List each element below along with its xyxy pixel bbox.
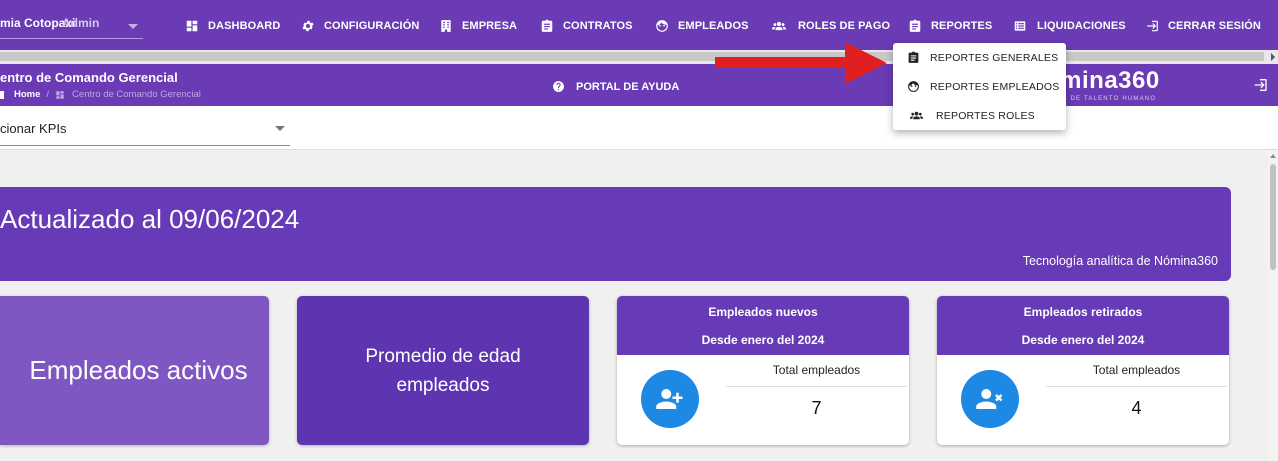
nav-liquidaciones[interactable]: LIQUIDACIONES xyxy=(1012,16,1126,36)
add-person-icon xyxy=(641,370,699,428)
clipboard-icon xyxy=(908,51,919,63)
total-label: Total empleados xyxy=(772,363,861,377)
nav-dashboard-label: DASHBOARD xyxy=(208,20,281,32)
menu-item-label: REPORTES ROLES xyxy=(936,109,1035,122)
card-title: Empleados nuevos xyxy=(708,305,818,319)
card-average-age-line2: empleados xyxy=(396,374,490,396)
scroll-right-arrow-icon[interactable] xyxy=(1271,53,1275,61)
kpi-select-value: cionar KPIs xyxy=(0,121,67,136)
breadcrumb-current-label: Centro de Comando Gerencial xyxy=(72,89,201,100)
face-icon xyxy=(908,81,919,92)
breadcrumb: Home / Centro de Comando Gerencial xyxy=(0,89,201,100)
scroll-up-arrow-icon[interactable] xyxy=(1270,154,1276,158)
dashboard-icon xyxy=(56,90,64,99)
total-value: 7 xyxy=(811,398,822,418)
brand-logo: ómina360 WARE DE TALENTO HUMANO xyxy=(1045,67,1195,105)
kpi-toolbar: cionar KPIs xyxy=(0,106,1278,150)
card-retired-employees[interactable]: Empleados retirados Desde enero del 2024… xyxy=(937,296,1229,445)
card-subtitle: Desde enero del 2024 xyxy=(1021,333,1145,347)
nav-contratos-label: CONTRATOS xyxy=(563,20,633,32)
divider xyxy=(1046,386,1227,387)
annotation-arrow-icon xyxy=(715,42,887,84)
breadcrumb-home[interactable]: Home xyxy=(14,89,40,100)
page-title: entro de Comando Gerencial xyxy=(0,70,178,85)
page-header: entro de Comando Gerencial Home / Centro… xyxy=(0,64,1278,106)
menu-item-reportes-empleados[interactable]: REPORTES EMPLEADOS xyxy=(893,72,1066,101)
nav-configuracion[interactable]: CONFIGURACIÓN xyxy=(301,16,419,36)
face-icon xyxy=(656,20,668,32)
breadcrumb-current: Centro de Comando Gerencial xyxy=(55,89,201,100)
vertical-scrollbar[interactable] xyxy=(1268,150,1278,461)
scrollbar-thumb[interactable] xyxy=(1270,164,1276,270)
clipboard-icon xyxy=(909,19,921,32)
updated-date: Actualizado al 09/06/2024 xyxy=(0,204,300,234)
chevron-down-icon xyxy=(128,24,138,29)
nav-liquidaciones-label: LIQUIDACIONES xyxy=(1037,20,1126,32)
help-icon xyxy=(553,81,564,92)
remove-person-icon xyxy=(961,370,1019,428)
card-average-age[interactable]: Promedio de edad empleados xyxy=(297,296,589,445)
reportes-dropdown-menu: REPORTES GENERALES REPORTES EMPLEADOS RE… xyxy=(893,43,1066,130)
nav-reportes[interactable]: REPORTES xyxy=(908,16,992,36)
nav-empresa-label: EMPRESA xyxy=(462,20,518,32)
kpi-select[interactable]: cionar KPIs xyxy=(0,114,290,146)
menu-item-label: REPORTES EMPLEADOS xyxy=(930,80,1060,93)
menu-item-reportes-generales[interactable]: REPORTES GENERALES xyxy=(893,43,1066,72)
nav-contratos[interactable]: CONTRATOS xyxy=(540,16,633,36)
update-banner: Actualizado al 09/06/2024 Tecnología ana… xyxy=(0,187,1231,281)
nav-cerrar-sesion-label: CERRAR SESIÓN xyxy=(1168,20,1261,32)
scrollbar-thumb[interactable] xyxy=(0,52,1264,61)
card-active-employees-label: Empleados activos xyxy=(29,355,248,385)
menu-item-reportes-roles[interactable]: REPORTES ROLES xyxy=(893,101,1066,130)
card-average-age-line1: Promedio de edad xyxy=(365,345,521,367)
nav-reportes-label: REPORTES xyxy=(931,20,993,32)
home-icon xyxy=(0,90,4,99)
divider xyxy=(726,386,907,387)
building-icon xyxy=(441,20,451,32)
dashboard-icon xyxy=(186,20,198,32)
nav-empresa[interactable]: EMPRESA xyxy=(439,16,517,36)
chevron-down-icon xyxy=(275,126,285,131)
menu-item-label: REPORTES GENERALES xyxy=(930,51,1059,64)
card-average-age-label: Promedio de edad empleados xyxy=(365,342,520,400)
card-new-employees[interactable]: Empleados nuevos Desde enero del 2024 To… xyxy=(617,296,909,445)
logout-icon xyxy=(1147,20,1158,32)
card-header: Empleados nuevos Desde enero del 2024 xyxy=(617,296,909,355)
company-selector[interactable]: mia Cotopaxi Admin xyxy=(0,6,143,39)
card-header: Empleados retirados Desde enero del 2024 xyxy=(937,296,1229,355)
gear-icon xyxy=(302,20,314,32)
clipboard-icon xyxy=(541,19,553,32)
card-title: Empleados retirados xyxy=(1023,305,1143,319)
logout-icon[interactable] xyxy=(1252,77,1268,93)
total-value: 4 xyxy=(1131,398,1142,418)
total-label: Total empleados xyxy=(1092,363,1181,377)
analytics-credit: Tecnología analítica de Nómina360 xyxy=(1022,254,1218,268)
nav-configuracion-label: CONFIGURACIÓN xyxy=(324,20,420,32)
user-name: Admin xyxy=(62,16,100,30)
horizontal-scrollbar[interactable] xyxy=(0,50,1278,64)
help-portal-label: PORTAL DE AYUDA xyxy=(576,80,680,93)
nav-cerrar-sesion[interactable]: CERRAR SESIÓN xyxy=(1145,16,1261,36)
card-subtitle: Desde enero del 2024 xyxy=(701,333,825,347)
list-icon xyxy=(1014,21,1026,31)
group-icon xyxy=(910,111,923,120)
card-active-employees[interactable]: Empleados activos xyxy=(0,296,269,445)
breadcrumb-separator: / xyxy=(46,89,50,100)
nav-dashboard[interactable]: DASHBOARD xyxy=(185,16,280,36)
top-nav-bar: mia Cotopaxi Admin DASHBOARD CONFIGURACI… xyxy=(0,0,1278,50)
help-portal-link[interactable]: PORTAL DE AYUDA xyxy=(552,80,679,93)
